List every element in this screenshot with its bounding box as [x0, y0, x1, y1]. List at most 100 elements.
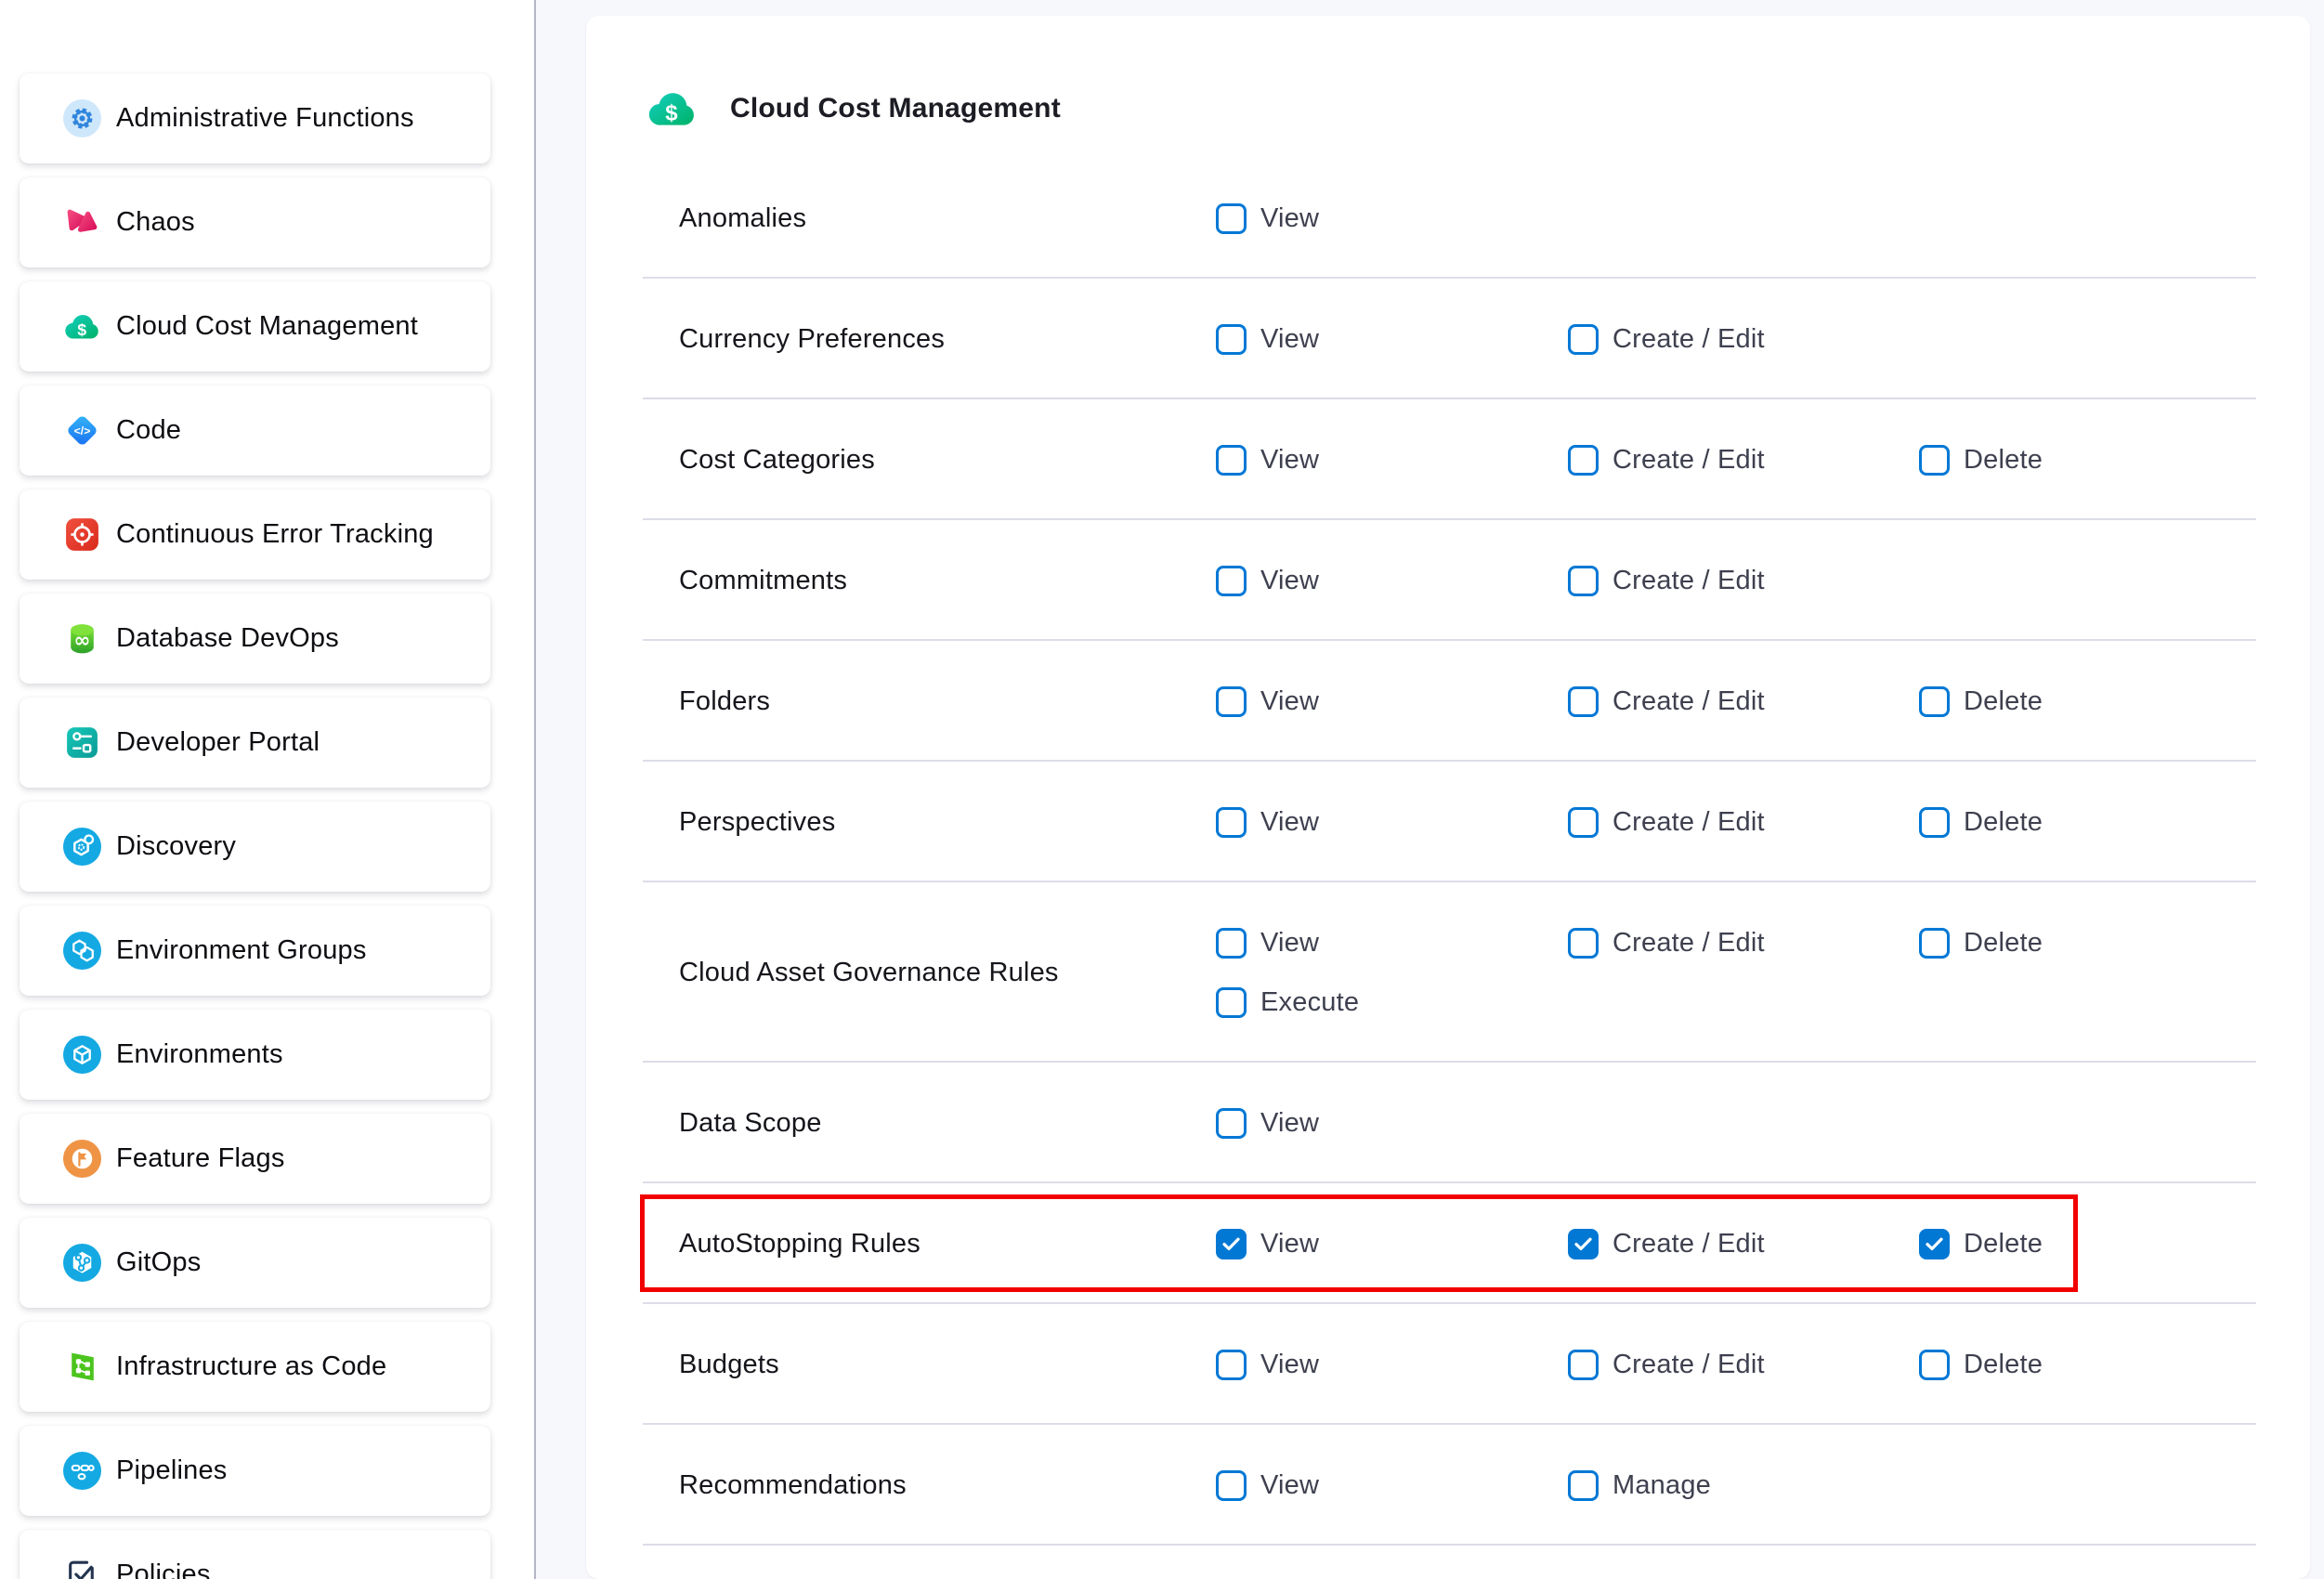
- permission-delete-group: Delete: [1919, 1346, 2043, 1383]
- permission-row-label: Commitments: [679, 562, 1218, 599]
- permission-checkbox-label: Create / Edit: [1612, 807, 1765, 838]
- permission-checkbox-label: Delete: [1964, 445, 2043, 476]
- permission-create-edit-group: Create / Edit: [1568, 683, 1765, 720]
- delete-checkbox[interactable]: [1919, 1229, 1950, 1259]
- permission-delete-group: Delete: [1919, 441, 2043, 478]
- view-checkbox[interactable]: [1216, 1108, 1247, 1139]
- create-edit-checkbox[interactable]: [1568, 324, 1599, 355]
- sidebar-item-label: Environments: [116, 1010, 283, 1100]
- view-checkbox[interactable]: [1216, 445, 1247, 476]
- sidebar-item-label: Administrative Functions: [116, 73, 414, 163]
- permission-row-label: Data Scope: [679, 1104, 1218, 1142]
- sidebar-item-policies[interactable]: Policies: [20, 1530, 490, 1579]
- delete-checkbox[interactable]: [1919, 928, 1950, 959]
- permission-checkbox-label: Delete: [1964, 928, 2043, 959]
- create-edit-checkbox[interactable]: [1568, 928, 1599, 959]
- create-edit-checkbox[interactable]: [1568, 566, 1599, 596]
- create-edit-checkbox[interactable]: [1568, 686, 1599, 717]
- create-edit-checkbox[interactable]: [1568, 445, 1599, 476]
- permission-checkbox-label: Create / Edit: [1612, 324, 1765, 355]
- row-divider: [643, 1423, 2256, 1425]
- view-checkbox[interactable]: [1216, 203, 1247, 234]
- iac-icon: [63, 1348, 101, 1386]
- view-checkbox[interactable]: [1216, 1229, 1247, 1259]
- sidebar-item-code[interactable]: </>Code: [20, 385, 490, 476]
- permission-checkbox-label: Delete: [1964, 1229, 2043, 1259]
- permission-view-group: View: [1216, 562, 1319, 599]
- sidebar-item-label: Infrastructure as Code: [116, 1322, 386, 1412]
- view-checkbox[interactable]: [1216, 807, 1247, 838]
- sidebar-item-pipelines[interactable]: Pipelines: [20, 1426, 490, 1516]
- flag-icon: [63, 1140, 101, 1178]
- create-edit-checkbox[interactable]: [1568, 1350, 1599, 1380]
- sidebar-item-continuous-error-tracking[interactable]: Continuous Error Tracking: [20, 489, 490, 580]
- delete-checkbox[interactable]: [1919, 807, 1950, 838]
- row-divider: [643, 518, 2256, 520]
- gitops-icon: [63, 1244, 101, 1282]
- sidebar-item-environments[interactable]: Environments: [20, 1010, 490, 1100]
- manage-checkbox[interactable]: [1568, 1470, 1599, 1501]
- sidebar-item-gitops[interactable]: GitOps: [20, 1218, 490, 1308]
- gear-icon: [63, 99, 101, 137]
- row-divider: [643, 760, 2256, 762]
- permission-view-group: View: [1216, 1346, 1319, 1383]
- delete-checkbox[interactable]: [1919, 445, 1950, 476]
- cloud-dollar-icon: $: [63, 307, 101, 346]
- cloud-dollar-icon: $: [646, 86, 699, 131]
- sidebar-item-administrative-functions[interactable]: Administrative Functions: [20, 73, 490, 163]
- view-checkbox[interactable]: [1216, 928, 1247, 959]
- view-checkbox[interactable]: [1216, 686, 1247, 717]
- sidebar-item-label: Chaos: [116, 177, 195, 268]
- sidebar-item-database-devops[interactable]: ∞Database DevOps: [20, 594, 490, 684]
- sidebar-item-label: Policies: [116, 1530, 211, 1579]
- sidebar-item-label: Environment Groups: [116, 906, 367, 996]
- permission-checkbox-label: View: [1260, 1350, 1319, 1380]
- create-edit-checkbox[interactable]: [1568, 807, 1599, 838]
- sidebar-item-developer-portal[interactable]: Developer Portal: [20, 698, 490, 788]
- permission-view-group: View: [1216, 441, 1319, 478]
- permission-create-edit-group: Create / Edit: [1568, 441, 1765, 478]
- permission-delete-group: Delete: [1919, 924, 2043, 961]
- delete-checkbox[interactable]: [1919, 686, 1950, 717]
- permissions-card-header: $ Cloud Cost Management: [646, 86, 1061, 131]
- discovery-icon: [63, 828, 101, 866]
- permission-view-group: View: [1216, 1104, 1319, 1142]
- sidebar-item-cloud-cost-management[interactable]: $Cloud Cost Management: [20, 281, 490, 372]
- row-divider: [643, 881, 2256, 882]
- sidebar-item-chaos[interactable]: Chaos: [20, 177, 490, 268]
- permission-create-edit-group: Create / Edit: [1568, 1225, 1765, 1262]
- sidebar-item-feature-flags[interactable]: Feature Flags: [20, 1114, 490, 1204]
- view-checkbox[interactable]: [1216, 1470, 1247, 1501]
- delete-checkbox[interactable]: [1919, 1350, 1950, 1380]
- sidebar-item-label: Database DevOps: [116, 594, 339, 684]
- permission-row-label: Cloud Asset Governance Rules: [679, 954, 1218, 991]
- create-edit-checkbox[interactable]: [1568, 1229, 1599, 1259]
- error-target-icon: [63, 515, 101, 554]
- permission-view-group: View: [1216, 683, 1319, 720]
- permission-create-edit-group: Create / Edit: [1568, 803, 1765, 841]
- svg-text:</>: </>: [74, 424, 91, 437]
- execute-checkbox[interactable]: [1216, 987, 1247, 1018]
- view-checkbox[interactable]: [1216, 324, 1247, 355]
- view-checkbox[interactable]: [1216, 566, 1247, 596]
- sidebar-item-label: Discovery: [116, 802, 236, 892]
- permission-checkbox-label: View: [1260, 1470, 1319, 1501]
- view-checkbox[interactable]: [1216, 1350, 1247, 1380]
- permission-row-label: Anomalies: [679, 200, 1218, 237]
- permissions-card: [586, 16, 2310, 1579]
- permission-row-label: Recommendations: [679, 1467, 1218, 1504]
- environments-icon: [63, 1036, 101, 1074]
- permission-checkbox-label: View: [1260, 807, 1319, 838]
- sidebar-item-environment-groups[interactable]: Environment Groups: [20, 906, 490, 996]
- permission-create-edit-group: Create / Edit: [1568, 562, 1765, 599]
- permission-view-group: View: [1216, 1225, 1319, 1262]
- permission-row-label: Cost Categories: [679, 441, 1218, 478]
- chaos-icon: [63, 203, 101, 241]
- permission-create-edit-group: Create / Edit: [1568, 924, 1765, 961]
- permission-view-group: View: [1216, 200, 1319, 237]
- permission-row-label: Currency Preferences: [679, 320, 1218, 358]
- permission-checkbox-label: View: [1260, 928, 1319, 959]
- sidebar-item-discovery[interactable]: Discovery: [20, 802, 490, 892]
- permission-checkbox-label: Create / Edit: [1612, 1229, 1765, 1259]
- sidebar-item-infrastructure-as-code[interactable]: Infrastructure as Code: [20, 1322, 490, 1412]
